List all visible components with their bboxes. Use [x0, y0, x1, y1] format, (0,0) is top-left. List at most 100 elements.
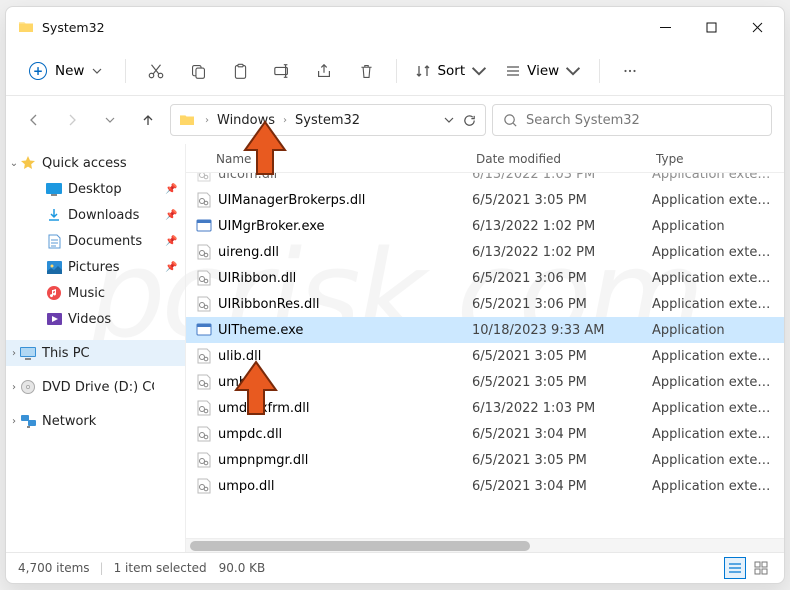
search-icon: [503, 113, 518, 128]
divider: [125, 59, 126, 83]
pin-icon: 📌: [165, 184, 179, 195]
file-row[interactable]: uireng.dll6/13/2022 1:02 PMApplication e…: [186, 239, 784, 265]
file-date: 6/5/2021 3:05 PM: [472, 375, 652, 390]
file-pane: Name Date modified Type uicom.dll6/13/20…: [186, 144, 784, 552]
column-date[interactable]: Date modified: [476, 152, 656, 166]
status-selected: 1 item selected: [114, 561, 207, 575]
folder-icon: [18, 19, 34, 35]
sidebar-item-this-pc[interactable]: › This PC: [6, 340, 185, 366]
file-row[interactable]: umpnpmgr.dll6/5/2021 3:05 PMApplication …: [186, 447, 784, 473]
forward-button[interactable]: [56, 104, 88, 136]
file-type: Application extension: [652, 479, 774, 494]
search-input[interactable]: Search System32: [492, 104, 772, 136]
file-date: 6/5/2021 3:06 PM: [472, 271, 652, 286]
chevron-down-icon: [471, 63, 487, 79]
file-name: umb.dll: [196, 374, 472, 390]
recent-button[interactable]: [94, 104, 126, 136]
back-button[interactable]: [18, 104, 50, 136]
minimize-button[interactable]: [642, 11, 688, 43]
title-bar[interactable]: System32: [6, 7, 784, 47]
thumbnail-view-icon[interactable]: [750, 557, 772, 579]
sidebar-item-quick-access[interactable]: ⌄ Quick access: [6, 150, 185, 176]
refresh-icon[interactable]: [462, 113, 477, 128]
scrollbar-thumb[interactable]: [190, 541, 530, 551]
pictures-icon: [46, 259, 62, 275]
sidebar-item-network[interactable]: › Network: [6, 408, 185, 434]
file-date: 6/5/2021 3:04 PM: [472, 479, 652, 494]
status-item-count: 4,700 items: [18, 561, 90, 575]
sidebar-item-pictures[interactable]: Pictures 📌: [6, 254, 185, 280]
file-type: Application extension: [652, 375, 774, 390]
sidebar: ⌄ Quick access Desktop 📌 Downloads 📌 Doc…: [6, 144, 186, 552]
sidebar-item-desktop[interactable]: Desktop 📌: [6, 176, 185, 202]
file-row[interactable]: UITheme.exe10/18/2023 9:33 AMApplication: [186, 317, 784, 343]
up-button[interactable]: [132, 104, 164, 136]
music-icon: [46, 285, 62, 301]
search-placeholder: Search System32: [526, 113, 640, 128]
sidebar-item-videos[interactable]: Videos: [6, 306, 185, 332]
chevron-down-icon[interactable]: [444, 115, 454, 125]
sidebar-label: Network: [42, 414, 96, 429]
file-row[interactable]: ulib.dll6/5/2021 3:05 PMApplication exte…: [186, 343, 784, 369]
sort-icon: [415, 63, 431, 79]
file-row[interactable]: UIManagerBrokerps.dll6/5/2021 3:05 PMApp…: [186, 187, 784, 213]
content-area: ⌄ Quick access Desktop 📌 Downloads 📌 Doc…: [6, 144, 784, 552]
file-type: Application: [652, 219, 774, 234]
chevron-down-icon: [565, 63, 581, 79]
file-type: Application: [652, 323, 774, 338]
file-row[interactable]: umpdc.dll6/5/2021 3:04 PMApplication ext…: [186, 421, 784, 447]
sort-button[interactable]: Sort: [407, 63, 495, 79]
divider: [396, 59, 397, 83]
file-row[interactable]: umpo.dll6/5/2021 3:04 PMApplication exte…: [186, 473, 784, 499]
details-view-icon[interactable]: [724, 557, 746, 579]
sidebar-label: Music: [68, 286, 105, 301]
breadcrumb-item[interactable]: Windows: [213, 111, 279, 130]
file-type: Application extension: [652, 349, 774, 364]
file-type: Application extension: [652, 245, 774, 260]
file-name: umpnpmgr.dll: [196, 452, 472, 468]
file-date: 6/5/2021 3:06 PM: [472, 297, 652, 312]
file-list[interactable]: uicom.dll6/13/2022 1:03 PMApplication ex…: [186, 173, 784, 538]
file-type: Application extension: [652, 297, 774, 312]
sidebar-label: This PC: [42, 346, 90, 361]
address-bar[interactable]: › Windows › System32: [170, 104, 486, 136]
share-button[interactable]: [304, 53, 344, 89]
file-row[interactable]: umdmxfrm.dll6/13/2022 1:03 PMApplication…: [186, 395, 784, 421]
file-name: UIManagerBrokerps.dll: [196, 192, 472, 208]
column-headers[interactable]: Name Date modified Type: [186, 144, 784, 173]
plus-circle-icon: +: [29, 62, 47, 80]
more-button[interactable]: [610, 53, 650, 89]
file-type: Application extension: [652, 271, 774, 286]
copy-button[interactable]: [178, 53, 218, 89]
delete-button[interactable]: [346, 53, 386, 89]
file-row[interactable]: UIRibbonRes.dll6/5/2021 3:06 PMApplicati…: [186, 291, 784, 317]
paste-button[interactable]: [220, 53, 260, 89]
sidebar-label: DVD Drive (D:) CCCC: [42, 380, 154, 395]
address-bar-row: › Windows › System32 Search System32: [6, 96, 784, 144]
sort-label: Sort: [437, 63, 465, 79]
sidebar-item-documents[interactable]: Documents 📌: [6, 228, 185, 254]
new-button[interactable]: + New: [16, 55, 115, 87]
rename-button[interactable]: [262, 53, 302, 89]
cut-button[interactable]: [136, 53, 176, 89]
file-row[interactable]: UIRibbon.dll6/5/2021 3:06 PMApplication …: [186, 265, 784, 291]
column-name[interactable]: Name: [196, 152, 476, 166]
sidebar-item-downloads[interactable]: Downloads 📌: [6, 202, 185, 228]
view-button[interactable]: View: [497, 63, 589, 79]
breadcrumb-item[interactable]: System32: [291, 111, 364, 130]
sidebar-item-music[interactable]: Music: [6, 280, 185, 306]
file-row[interactable]: uicom.dll6/13/2022 1:03 PMApplication ex…: [186, 173, 784, 187]
file-row[interactable]: umb.dll6/5/2021 3:05 PMApplication exten…: [186, 369, 784, 395]
file-row[interactable]: UIMgrBroker.exe6/13/2022 1:02 PMApplicat…: [186, 213, 784, 239]
file-name: umpdc.dll: [196, 426, 472, 442]
status-bar: 4,700 items | 1 item selected 90.0 KB: [6, 552, 784, 583]
sidebar-label: Videos: [68, 312, 111, 327]
file-name: ulib.dll: [196, 348, 472, 364]
maximize-button[interactable]: [688, 11, 734, 43]
close-button[interactable]: [734, 11, 780, 43]
horizontal-scrollbar[interactable]: [186, 538, 784, 552]
sidebar-item-dvd[interactable]: › DVD Drive (D:) CCCC: [6, 374, 185, 400]
file-name: UITheme.exe: [196, 322, 472, 338]
column-type[interactable]: Type: [656, 152, 774, 166]
status-size: 90.0 KB: [219, 561, 266, 575]
